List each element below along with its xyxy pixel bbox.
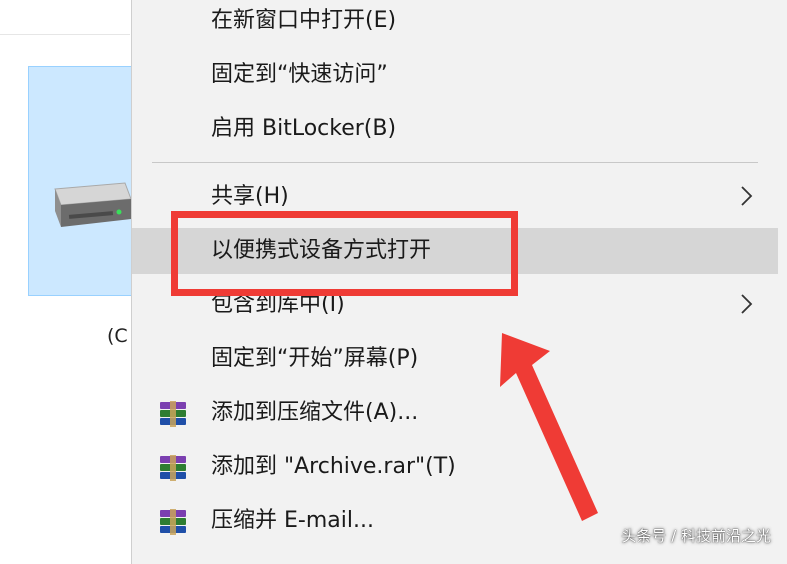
- menu-item-label: 包含到库中(I): [211, 292, 345, 317]
- menu-item-label: 在新窗口中打开(E): [211, 8, 397, 33]
- drive-c-tile[interactable]: (C: [28, 66, 132, 347]
- chevron-right-icon: [741, 186, 753, 206]
- menu-item-add-to-archive-rar[interactable]: 添加到 "Archive.rar"(T): [132, 444, 778, 490]
- hard-drive-icon: [54, 182, 132, 227]
- menu-item-label: 固定到“开始”屏幕(P): [211, 346, 419, 371]
- menu-item-label: 添加到 "Archive.rar"(T): [211, 454, 456, 479]
- menu-item-label: 压缩并 E-mail...: [211, 508, 374, 533]
- chevron-right-icon: [741, 294, 753, 314]
- menu-item-pin-quick-access[interactable]: 固定到“快速访问”: [132, 52, 778, 98]
- drive-label: (C: [107, 325, 128, 347]
- menu-item-label: 固定到“快速访问”: [211, 62, 388, 87]
- winrar-icon: [160, 509, 186, 535]
- menu-item-open-new-window[interactable]: 在新窗口中打开(E): [132, 0, 778, 44]
- winrar-icon: [160, 455, 186, 481]
- watermark: 头条号 / 科技前沿之光: [621, 527, 771, 545]
- menu-separator: [152, 162, 758, 163]
- menu-item-open-as-portable-device[interactable]: 以便携式设备方式打开: [132, 228, 778, 274]
- context-menu: 在新窗口中打开(E) 固定到“快速访问” 启用 BitLocker(B) 共享(…: [131, 0, 787, 564]
- menu-item-share[interactable]: 共享(H): [132, 174, 778, 220]
- menu-item-label: 添加到压缩文件(A)...: [211, 400, 419, 425]
- winrar-icon: [160, 401, 186, 427]
- menu-item-label: 共享(H): [211, 184, 289, 209]
- menu-item-include-in-library[interactable]: 包含到库中(I): [132, 282, 778, 328]
- menu-item-enable-bitlocker[interactable]: 启用 BitLocker(B): [132, 106, 778, 152]
- explorer-divider: [0, 34, 130, 35]
- menu-item-pin-to-start[interactable]: 固定到“开始”屏幕(P): [132, 336, 778, 382]
- menu-item-label: 启用 BitLocker(B): [211, 116, 397, 141]
- menu-item-label: 以便携式设备方式打开: [211, 238, 432, 263]
- menu-item-add-to-archive[interactable]: 添加到压缩文件(A)...: [132, 390, 778, 436]
